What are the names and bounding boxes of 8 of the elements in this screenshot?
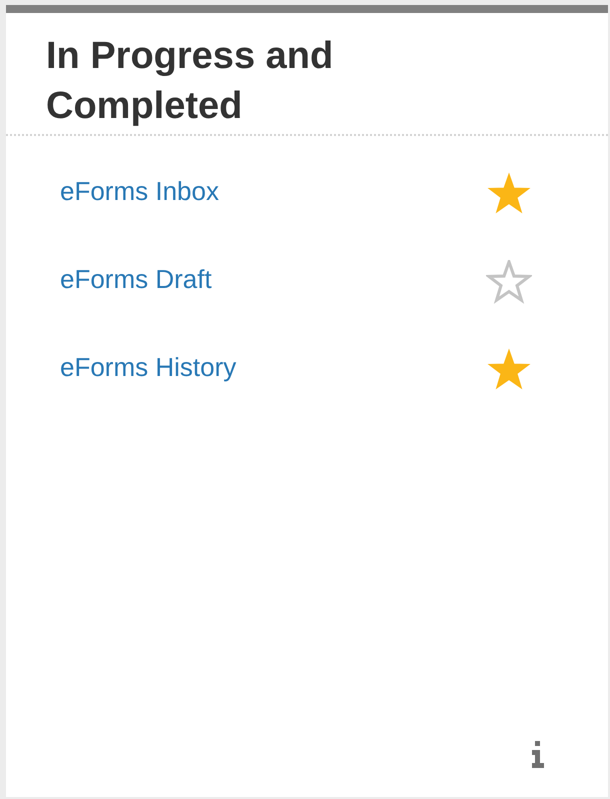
form-link[interactable]: eForms History (60, 350, 236, 384)
outline-star-icon[interactable] (486, 260, 532, 304)
form-link[interactable]: eForms Inbox (60, 174, 219, 208)
info-icon[interactable] (530, 741, 546, 769)
filled-star-icon[interactable] (486, 348, 532, 392)
panel-title: In Progress and Completed (46, 34, 334, 129)
form-link[interactable]: eForms Draft (60, 262, 212, 296)
filled-star-icon[interactable] (486, 172, 532, 216)
